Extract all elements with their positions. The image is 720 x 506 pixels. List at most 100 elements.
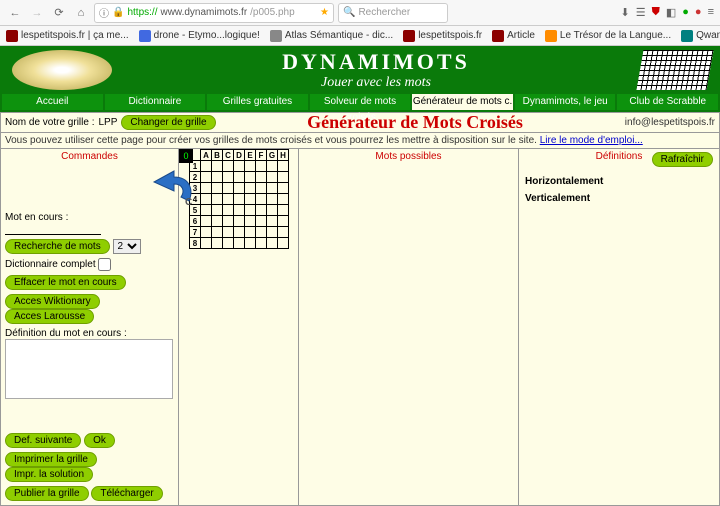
grid-cell[interactable] xyxy=(256,161,267,172)
nav-tab[interactable]: Générateur de mots c. xyxy=(412,94,513,110)
ext-icon-1[interactable]: ● xyxy=(682,6,689,19)
nav-tab[interactable]: Club de Scrabble xyxy=(617,94,718,110)
nav-tab[interactable]: Accueil xyxy=(2,94,103,110)
reload-button[interactable]: ⟳ xyxy=(50,4,68,22)
crossword-grid[interactable]: ABCDEFGH12345678 xyxy=(189,149,289,249)
bookmark-item[interactable]: Article xyxy=(492,30,535,42)
grid-cell[interactable] xyxy=(223,194,234,205)
grid-cell[interactable] xyxy=(256,194,267,205)
grid-cell[interactable] xyxy=(234,227,245,238)
grid-cell[interactable] xyxy=(234,238,245,249)
grid-cell[interactable] xyxy=(212,227,223,238)
menu-icon[interactable]: ≡ xyxy=(708,6,714,19)
refresh-button[interactable]: Rafraîchir xyxy=(652,152,713,167)
grid-cell[interactable] xyxy=(223,183,234,194)
grid-cell[interactable] xyxy=(278,205,289,216)
library-icon[interactable]: ☰ xyxy=(636,6,646,19)
grid-cell[interactable] xyxy=(201,238,212,249)
download-icon[interactable]: ⬇ xyxy=(621,6,630,19)
grid-cell[interactable] xyxy=(234,205,245,216)
help-link[interactable]: Lire le mode d'emploi... xyxy=(540,135,643,146)
grid-cell[interactable] xyxy=(234,216,245,227)
bookmark-item[interactable]: Atlas Sémantique - dic... xyxy=(270,30,393,42)
search-words-button[interactable]: Recherche de mots xyxy=(5,239,110,254)
grid-cell[interactable] xyxy=(234,161,245,172)
bookmark-item[interactable]: Le Trésor de la Langue... xyxy=(545,30,671,42)
bookmark-item[interactable]: lespetitspois.fr | ça me... xyxy=(6,30,129,42)
erase-word-button[interactable]: Effacer le mot en cours xyxy=(5,275,126,290)
grid-cell[interactable] xyxy=(234,172,245,183)
star-icon[interactable]: ★ xyxy=(320,7,329,18)
grid-cell[interactable] xyxy=(278,183,289,194)
nav-tab[interactable]: Dictionnaire xyxy=(105,94,206,110)
grid-cell[interactable] xyxy=(212,183,223,194)
info-icon[interactable]: ⓘ xyxy=(99,5,109,20)
grid-cell[interactable] xyxy=(256,183,267,194)
grid-cell[interactable] xyxy=(212,194,223,205)
ok-button[interactable]: Ok xyxy=(84,433,115,448)
change-grid-button[interactable]: Changer de grille xyxy=(121,115,215,130)
grid-cell[interactable] xyxy=(223,172,234,183)
full-dict-checkbox[interactable] xyxy=(98,258,111,271)
bookmark-item[interactable]: drone - Etymo...logique! xyxy=(139,30,260,42)
grid-cell[interactable] xyxy=(212,161,223,172)
grid-cell[interactable] xyxy=(223,205,234,216)
home-button[interactable]: ⌂ xyxy=(72,4,90,22)
grid-cell[interactable] xyxy=(223,238,234,249)
grid-cell[interactable] xyxy=(223,227,234,238)
grid-cell[interactable] xyxy=(245,161,256,172)
grid-cell[interactable] xyxy=(201,216,212,227)
contact-email[interactable]: info@lespetitspois.fr xyxy=(599,117,719,128)
grid-cell[interactable] xyxy=(223,216,234,227)
grid-cell[interactable] xyxy=(212,216,223,227)
back-button[interactable]: ← xyxy=(6,4,24,22)
grid-cell[interactable] xyxy=(212,238,223,249)
grid-cell[interactable] xyxy=(245,183,256,194)
nav-tab[interactable]: Dynamimots, le jeu xyxy=(515,94,616,110)
bookmark-item[interactable]: Qwant xyxy=(681,30,720,42)
grid-cell[interactable] xyxy=(278,172,289,183)
grid-cell[interactable] xyxy=(245,194,256,205)
grid-cell[interactable] xyxy=(201,194,212,205)
grid-cell[interactable] xyxy=(201,161,212,172)
search-bar[interactable]: 🔍 Rechercher xyxy=(338,3,448,23)
grid-cell[interactable] xyxy=(256,238,267,249)
grid-cell[interactable] xyxy=(245,205,256,216)
grid-cell[interactable] xyxy=(201,172,212,183)
adblock-icon[interactable]: ⛊ xyxy=(652,6,660,19)
nav-tab[interactable]: Solveur de mots croisés xyxy=(310,94,411,110)
larousse-button[interactable]: Acces Larousse xyxy=(5,309,94,324)
grid-cell[interactable] xyxy=(267,172,278,183)
grid-cell[interactable] xyxy=(278,227,289,238)
grid-cell[interactable] xyxy=(267,194,278,205)
grid-cell[interactable] xyxy=(212,205,223,216)
grid-cell[interactable] xyxy=(234,183,245,194)
grid-cell[interactable] xyxy=(267,205,278,216)
grid-cell[interactable] xyxy=(223,161,234,172)
nav-tab[interactable]: Grilles gratuites xyxy=(207,94,308,110)
url-bar[interactable]: ⓘ 🔒 https://www.dynamimots.fr/p005.php ★ xyxy=(94,3,334,23)
grid-cell[interactable] xyxy=(234,194,245,205)
search-length-select[interactable]: 2 xyxy=(113,239,141,254)
next-def-button[interactable]: Def. suivante xyxy=(5,433,81,448)
current-word-input[interactable] xyxy=(5,223,101,235)
grid-cell[interactable] xyxy=(267,227,278,238)
grid-cell[interactable] xyxy=(201,205,212,216)
grid-cell[interactable] xyxy=(201,227,212,238)
grid-cell[interactable] xyxy=(278,238,289,249)
publish-grid-button[interactable]: Publier la grille xyxy=(5,486,89,501)
wiktionary-button[interactable]: Acces Wiktionary xyxy=(5,294,100,309)
grid-cell[interactable] xyxy=(245,172,256,183)
grid-cell[interactable] xyxy=(278,216,289,227)
bookmark-item[interactable]: lespetitspois.fr xyxy=(403,30,482,42)
undo-icon[interactable]: C xyxy=(139,169,199,209)
grid-cell[interactable] xyxy=(267,238,278,249)
print-solution-button[interactable]: Impr. la solution xyxy=(5,467,93,482)
grid-cell[interactable] xyxy=(245,216,256,227)
grid-cell[interactable] xyxy=(278,161,289,172)
grid-cell[interactable] xyxy=(245,238,256,249)
grid-cell[interactable] xyxy=(256,216,267,227)
grid-cell[interactable] xyxy=(256,205,267,216)
grid-cell[interactable] xyxy=(201,183,212,194)
grid-cell[interactable] xyxy=(267,183,278,194)
